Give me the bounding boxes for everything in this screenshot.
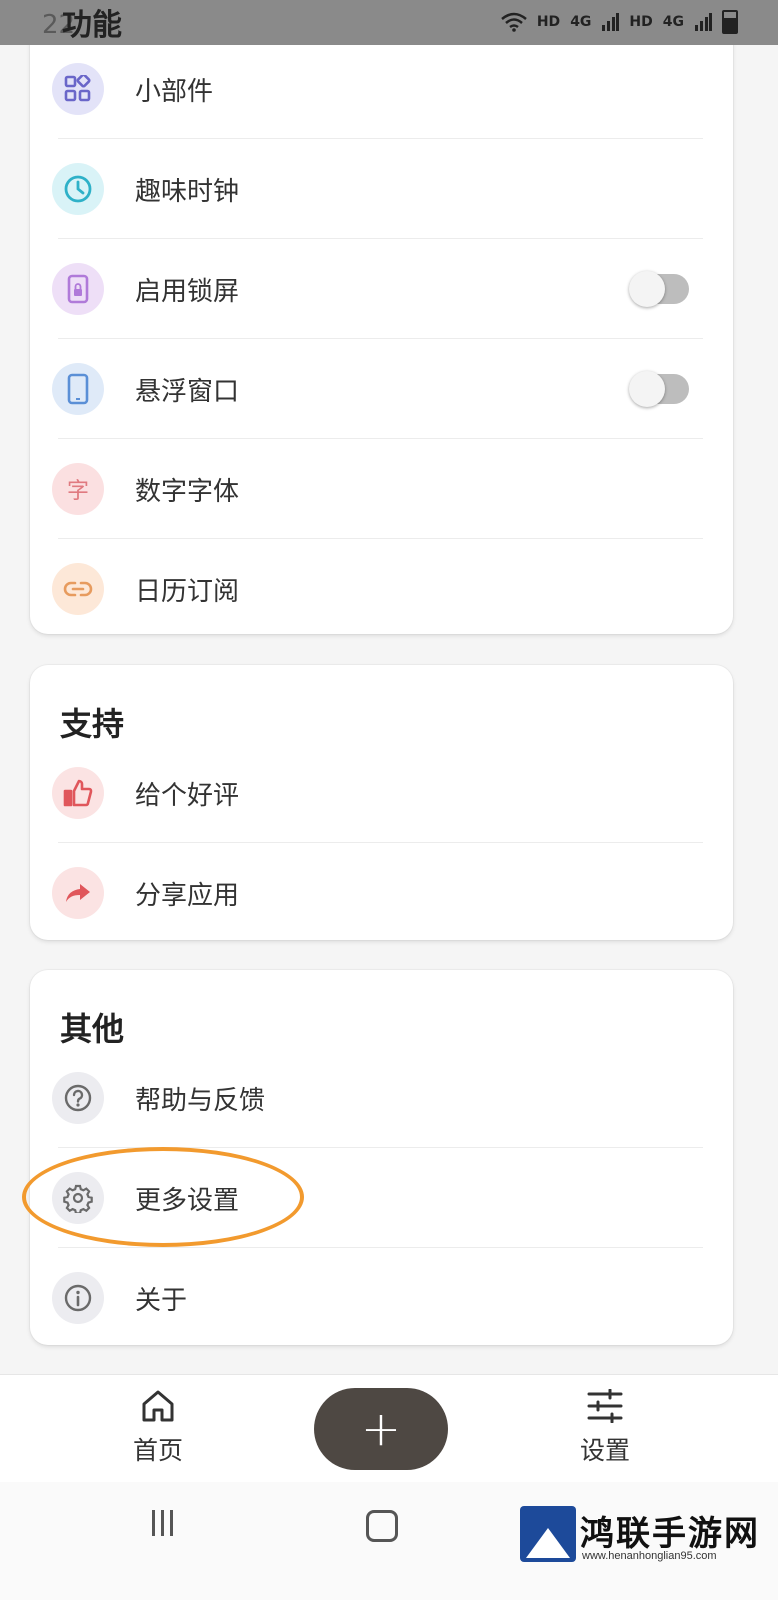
- widgets-icon: [52, 63, 104, 115]
- add-button[interactable]: +: [314, 1388, 448, 1470]
- nav-home-label: 首页: [132, 1436, 183, 1465]
- lock-screen-icon: [52, 263, 104, 315]
- menu-item-rate[interactable]: 给个好评: [30, 743, 733, 843]
- status-bar: 22 功能 HD 4G HD 4G: [0, 0, 778, 45]
- menu-item-label: 数字字体: [135, 476, 240, 507]
- menu-item-calendar-subscription[interactable]: 日历订阅: [30, 539, 733, 639]
- status-icons: HD 4G HD 4G: [501, 10, 738, 34]
- menu-item-share[interactable]: 分享应用: [30, 843, 733, 943]
- thumbs-up-icon: [52, 767, 104, 819]
- network-type-1: HD: [536, 14, 561, 30]
- link-icon: [52, 563, 104, 615]
- menu-item-label: 日历订阅: [135, 576, 240, 607]
- menu-item-label: 启用锁屏: [135, 276, 240, 307]
- nav-home[interactable]: 首页: [108, 1389, 208, 1467]
- plus-icon: +: [360, 1401, 402, 1457]
- watermark-name: 鸿联手游网: [580, 1514, 760, 1554]
- menu-item-fun-clock[interactable]: 趣味时钟: [30, 139, 733, 239]
- menu-item-floating-window[interactable]: 悬浮窗口: [30, 339, 733, 439]
- section-title-other: 其他: [60, 1010, 125, 1048]
- share-icon: [52, 867, 104, 919]
- help-icon: [52, 1072, 104, 1124]
- system-home-button[interactable]: [366, 1510, 398, 1542]
- menu-item-lock-screen[interactable]: 启用锁屏: [30, 239, 733, 339]
- recent-apps-button[interactable]: [152, 1510, 182, 1538]
- menu-item-about[interactable]: 关于: [30, 1248, 733, 1348]
- network-gen-1: 4G: [570, 14, 592, 30]
- menu-item-widgets[interactable]: 小部件: [30, 39, 733, 139]
- menu-item-label: 分享应用: [135, 880, 240, 911]
- nav-settings-label: 设置: [579, 1436, 630, 1465]
- signal-icon: [602, 13, 620, 31]
- highlight-circle: [22, 1147, 304, 1247]
- wifi-icon: [501, 12, 527, 32]
- info-icon: [52, 1272, 104, 1324]
- menu-item-label: 趣味时钟: [135, 176, 240, 207]
- character-glyph: 字: [66, 479, 89, 504]
- watermark-logo: [520, 1506, 576, 1562]
- watermark: 鸿联手游网 www.henanhonglian95.com: [520, 1506, 770, 1570]
- phone-icon: [52, 363, 104, 415]
- signal-icon: [695, 13, 712, 31]
- menu-item-help-feedback[interactable]: 帮助与反馈: [30, 1048, 733, 1148]
- network-type-2: HD: [629, 14, 653, 30]
- network-gen-2: 4G: [662, 14, 684, 30]
- menu-item-label: 给个好评: [135, 780, 240, 811]
- toggle-knob: [629, 371, 665, 407]
- floating-window-toggle[interactable]: [629, 371, 689, 407]
- menu-item-label: 关于: [135, 1285, 188, 1316]
- battery-icon: [722, 10, 738, 34]
- menu-item-digital-font[interactable]: 字 数字字体: [30, 439, 733, 539]
- menu-item-label: 悬浮窗口: [135, 376, 240, 407]
- lock-screen-toggle[interactable]: [629, 271, 689, 307]
- support-card: 支持 给个好评 分享应用: [30, 665, 733, 940]
- home-icon: [142, 1390, 174, 1422]
- sliders-icon: [587, 1388, 623, 1424]
- menu-item-label: 小部件: [135, 76, 214, 107]
- menu-item-label: 帮助与反馈: [135, 1085, 266, 1116]
- section-title-support: 支持: [60, 705, 125, 743]
- character-icon: 字: [52, 463, 104, 515]
- nav-settings[interactable]: 设置: [555, 1388, 655, 1467]
- section-title-features: 功能: [62, 8, 122, 43]
- features-card: 小部件 趣味时钟 启用锁屏 悬浮窗口 字 数字字体 日历订阅: [30, 0, 733, 634]
- watermark-url: www.henanhonglian95.com: [582, 1550, 717, 1562]
- clock-icon: [52, 163, 104, 215]
- toggle-knob: [629, 271, 665, 307]
